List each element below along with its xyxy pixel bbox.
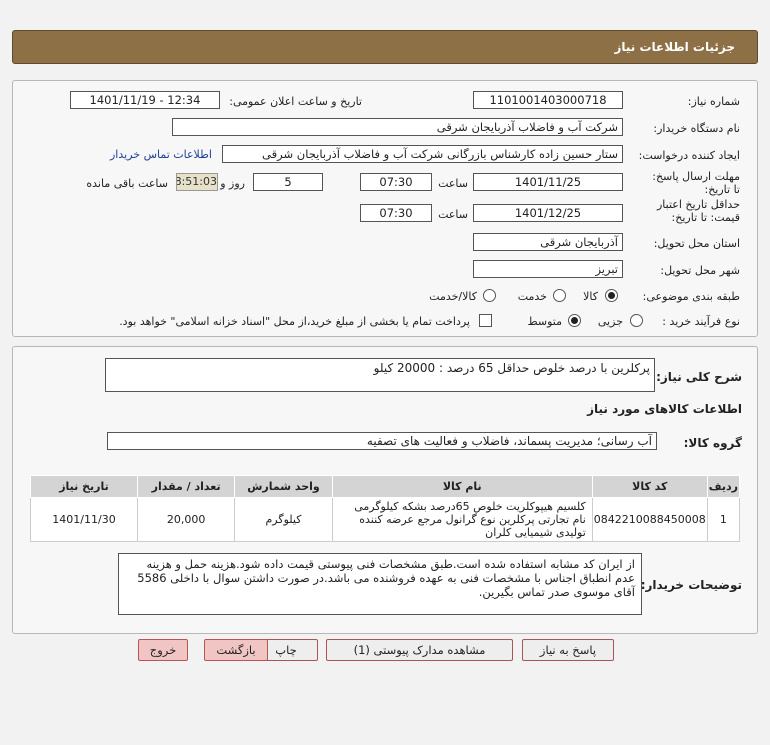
process-radio-minor[interactable] — [630, 314, 643, 327]
treasury-payment-note: پرداخت تمام یا بخشی از مبلغ خرید،از محل … — [119, 315, 470, 328]
process-option-minor: جزیی — [597, 315, 623, 328]
summary-label: شرح کلی نیاز: — [656, 370, 742, 384]
buyer-org-label: نام دستگاه خریدار: — [653, 122, 740, 135]
view-attachments-button[interactable]: مشاهده مدارک پیوستی (1) — [326, 639, 513, 661]
remaining-label: ساعت باقی مانده — [86, 177, 168, 190]
summary-field: پرکلرین با درصد خلوص حداقل 65 درصد : 200… — [105, 358, 655, 392]
announce-label: تاریخ و ساعت اعلان عمومی: — [229, 95, 362, 108]
col-name: نام کالا — [331, 475, 593, 498]
days-remaining-field: 5 — [253, 173, 323, 191]
requester-field: ستار حسین زاده کارشناس بازرگانی شرکت آب … — [222, 145, 623, 163]
requester-label: ایجاد کننده درخواست: — [638, 149, 740, 162]
deadline-time-field: 07:30 — [360, 173, 432, 191]
deadline-label: مهلت ارسال پاسخ: تا تاریخ: — [652, 170, 740, 196]
col-code: کد کالا — [591, 475, 708, 498]
need-number-field: 1101001403000718 — [473, 91, 623, 109]
page-title: جزئیات اطلاعات نیاز — [614, 40, 735, 54]
reply-button[interactable]: پاسخ به نیاز — [522, 639, 614, 661]
city-label: شهر محل تحویل: — [660, 264, 740, 277]
col-qty: تعداد / مقدار — [136, 475, 236, 498]
announce-field: 1401/11/19 - 12:34 — [70, 91, 220, 109]
buyer-notes-label: توضیحات خریدار: — [640, 578, 742, 592]
category-radio-goods[interactable] — [605, 289, 618, 302]
cell-row: 1 — [706, 497, 741, 542]
validity-time-field: 07:30 — [360, 204, 432, 222]
treasury-payment-checkbox[interactable] — [479, 314, 492, 327]
goods-group-field: آب رسانی؛ مدیریت پسماند، فاضلاب و فعالیت… — [107, 432, 657, 450]
cell-date: 1401/11/30 — [30, 497, 138, 542]
buyer-notes-field: از ایران کد مشابه استفاده شده است.طبق مش… — [118, 553, 642, 615]
deadline-date-field: 1401/11/25 — [473, 173, 623, 191]
goods-table-header: ردیف کد کالا نام کالا واحد شمارش تعداد /… — [30, 475, 741, 498]
goods-table: ردیف کد کالا نام کالا واحد شمارش تعداد /… — [30, 475, 741, 542]
validity-date-field: 1401/12/25 — [473, 204, 623, 222]
process-option-medium: متوسط — [527, 315, 562, 328]
category-option-service: خدمت — [517, 290, 547, 303]
category-label: طبقه بندی موضوعی: — [642, 290, 740, 303]
province-label: استان محل تحویل: — [653, 237, 740, 250]
category-option-goods-service: کالا/خدمت — [429, 290, 477, 303]
col-date: تاریخ نیاز — [30, 475, 138, 498]
province-field: آذربایجان شرقی — [473, 233, 623, 251]
remaining-time-field: 18:51:03 — [176, 173, 218, 191]
page-header: جزئیات اطلاعات نیاز — [12, 30, 758, 64]
cell-name: کلسیم هیپوکلریت خلوص 65درصد بشکه کیلوگرم… — [331, 497, 593, 542]
process-radio-medium[interactable] — [568, 314, 581, 327]
back-button[interactable]: بازگشت — [204, 639, 268, 661]
category-radio-goods-service[interactable] — [483, 289, 496, 302]
cell-qty: 20,000 — [136, 497, 236, 542]
table-row: 1 0842210088450008 کلسیم هیپوکلریت خلوص … — [30, 497, 741, 542]
cell-code: 0842210088450008 — [591, 497, 708, 542]
col-unit: واحد شمارش — [234, 475, 333, 498]
days-label: روز و — [220, 177, 245, 190]
process-label: نوع فرآیند خرید : — [662, 315, 740, 328]
need-number-label: شماره نیاز: — [687, 95, 740, 108]
city-field: تبریز — [473, 260, 623, 278]
cell-unit: کیلوگرم — [234, 497, 333, 542]
category-option-goods: کالا — [583, 290, 598, 303]
validity-label: حداقل تاریخ اعتبار قیمت: تا تاریخ: — [656, 198, 740, 224]
buyer-org-field: شرکت آب و فاضلاب آذربایجان شرقی — [172, 118, 623, 136]
validity-time-label: ساعت — [438, 208, 468, 221]
exit-button[interactable]: خروج — [138, 639, 188, 661]
category-radio-service[interactable] — [553, 289, 566, 302]
goods-group-label: گروه کالا: — [683, 436, 742, 450]
goods-info-title: اطلاعات کالاهای مورد نیاز — [587, 402, 742, 416]
col-row: ردیف — [706, 475, 741, 498]
deadline-time-label: ساعت — [438, 177, 468, 190]
buyer-contact-link[interactable]: اطلاعات تماس خریدار — [110, 148, 212, 161]
